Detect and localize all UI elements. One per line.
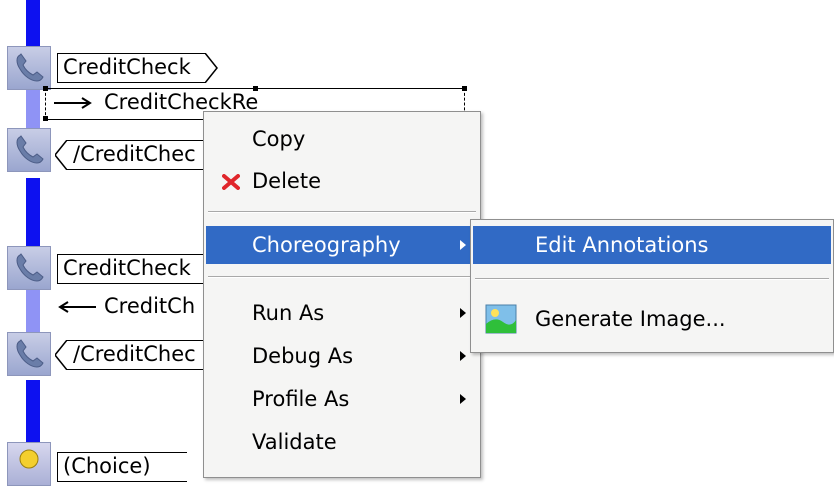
menu-item-edit-annotations[interactable]: Edit Annotations — [473, 226, 831, 264]
delete-x-icon — [222, 174, 240, 190]
selection-handle[interactable] — [43, 116, 48, 121]
menu-item-delete[interactable]: Delete — [206, 162, 478, 200]
lifeline-segment — [26, 90, 40, 130]
submenu-arrow-icon — [460, 240, 466, 250]
lifeline — [26, 0, 40, 50]
lifeline-segment — [26, 286, 40, 332]
menu-item-label: Validate — [252, 430, 337, 454]
menu-item-profile-as[interactable]: Profile As — [206, 380, 478, 418]
message-label: /CreditChec — [73, 342, 196, 366]
menu-separator — [208, 276, 476, 278]
menu-item-choreography[interactable]: Choreography — [206, 226, 478, 264]
message-label: CreditCheck — [63, 256, 191, 280]
menu-item-label: Edit Annotations — [535, 233, 709, 257]
submenu-arrow-icon — [460, 308, 466, 318]
choice-label: (Choice) — [63, 454, 151, 478]
choice-icon[interactable] — [7, 442, 51, 486]
message-tag[interactable]: /CreditChec — [67, 140, 207, 170]
phone-icon[interactable] — [7, 246, 51, 290]
menu-item-label: Copy — [252, 127, 306, 151]
menu-item-generate-image[interactable]: Generate Image... — [473, 300, 831, 338]
message-label: CreditCh — [104, 294, 196, 318]
selection-handle[interactable] — [43, 86, 48, 91]
menu-item-label: Choreography — [252, 233, 401, 257]
choreography-submenu: Edit Annotations Generate Image... — [470, 219, 834, 353]
choice-tag[interactable]: (Choice) — [57, 452, 187, 482]
menu-item-label: Debug As — [252, 344, 354, 368]
phone-icon[interactable] — [7, 332, 51, 376]
menu-item-debug-as[interactable]: Debug As — [206, 337, 478, 375]
lifeline-segment — [26, 178, 40, 246]
submenu-arrow-icon — [460, 394, 466, 404]
menu-item-label: Profile As — [252, 387, 350, 411]
message-tag[interactable]: CreditCheck — [57, 254, 207, 284]
message-tag[interactable]: CreditCheck — [57, 53, 218, 83]
menu-item-copy[interactable]: Copy — [206, 120, 478, 158]
phone-icon[interactable] — [7, 128, 51, 172]
message-tag[interactable]: /CreditChec — [67, 340, 207, 370]
menu-separator — [475, 278, 829, 280]
selection-handle[interactable] — [462, 86, 467, 91]
menu-item-label: Delete — [252, 169, 321, 193]
context-menu: Copy Delete Choreography Run As Debug As… — [203, 111, 481, 478]
lifeline-segment — [26, 380, 40, 442]
menu-separator — [208, 211, 476, 213]
menu-item-label: Run As — [252, 301, 325, 325]
message-label: CreditCheck — [63, 55, 191, 79]
menu-item-label: Generate Image... — [535, 307, 726, 331]
menu-item-run-as[interactable]: Run As — [206, 294, 478, 332]
arrow-right-icon — [54, 97, 92, 109]
menu-item-validate[interactable]: Validate — [206, 423, 478, 461]
phone-icon[interactable] — [7, 46, 51, 90]
arrow-left-icon — [58, 301, 96, 313]
message-label: /CreditChec — [73, 142, 196, 166]
image-icon — [485, 304, 517, 334]
submenu-arrow-icon — [460, 351, 466, 361]
